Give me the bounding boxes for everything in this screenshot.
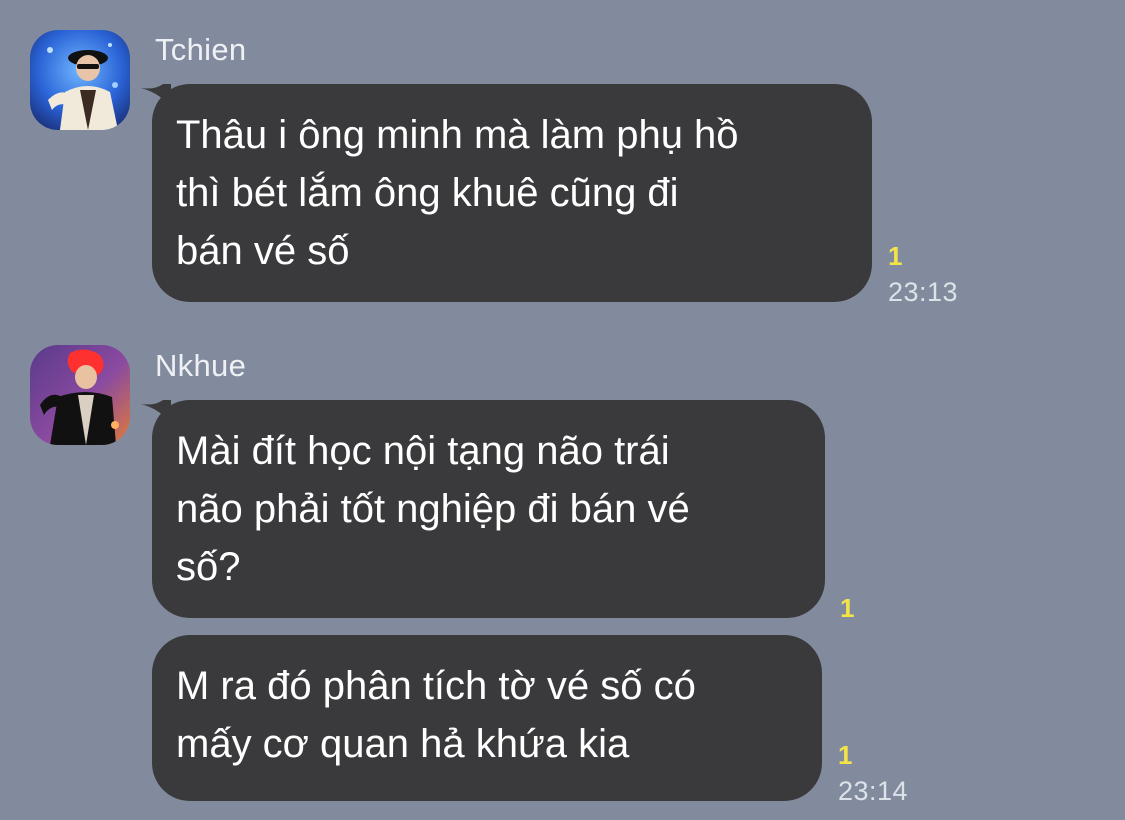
- read-count: 1: [838, 740, 853, 770]
- red-hair-performer-avatar-icon: [30, 345, 130, 445]
- sender-name: Nkhue: [155, 348, 247, 383]
- timestamp: 23:13: [888, 277, 959, 307]
- avatar-nkhue[interactable]: [30, 345, 130, 445]
- message-bubble[interactable]: M ra đó phân tích tờ vé số có mấy cơ qua…: [152, 635, 822, 801]
- timestamp: 23:14: [838, 776, 909, 806]
- sender-name: Tchien: [155, 32, 247, 67]
- avatar-tchien[interactable]: [30, 30, 130, 130]
- read-count: 1: [840, 593, 855, 623]
- message-bubble[interactable]: Thâu i ông minh mà làm phụ hồ thì bét lắ…: [152, 84, 872, 302]
- message-bubble[interactable]: Mài đít học nội tạng não trái não phải t…: [152, 400, 825, 618]
- read-count: 1: [888, 241, 903, 271]
- concert-performer-avatar-icon: [30, 30, 130, 130]
